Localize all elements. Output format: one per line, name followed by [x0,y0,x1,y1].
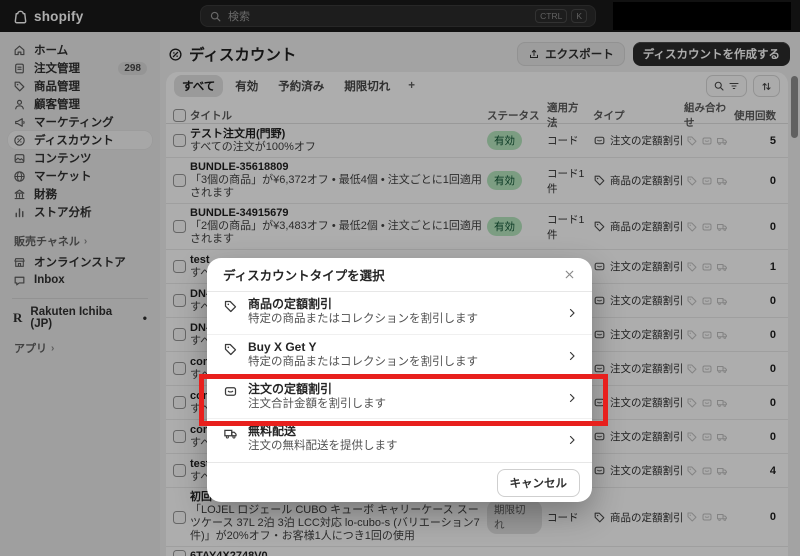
modal-option-title: 商品の定額割引 [248,297,478,312]
chevron-right-icon [566,305,578,319]
cancel-button[interactable]: キャンセル [497,469,581,497]
modal-option-desc: 特定の商品またはコレクションを割引します [248,355,478,370]
highlight-rectangle [199,374,608,426]
modal-option-title: Buy X Get Y [248,340,478,355]
modal-footer: キャンセル [207,462,592,502]
modal-option-text: Buy X Get Y特定の商品またはコレクションを割引します [248,340,478,376]
chevron-right-icon [566,307,578,319]
chevron-right-icon [566,348,578,362]
chevron-right-icon [566,350,578,362]
modal-option-title: 無料配送 [248,424,398,439]
chevron-right-icon [566,432,578,446]
modal-option-text: 無料配送注文の無料配送を提供します [248,424,398,460]
modal-option-desc: 特定の商品またはコレクションを割引します [248,312,478,327]
close-icon[interactable] [563,268,576,281]
chevron-right-icon [566,434,578,446]
tag-icon [223,299,238,314]
modal-title: ディスカウントタイプを選択 [223,265,385,284]
tag-icon [223,342,238,357]
modal-option-desc: 注文の無料配送を提供します [248,439,398,454]
truck-icon [223,426,238,441]
modal-header: ディスカウントタイプを選択 [207,258,592,292]
modal-option-商品の定額割引[interactable]: 商品の定額割引特定の商品またはコレクションを割引します [207,292,592,334]
modal-option-text: 商品の定額割引特定の商品またはコレクションを割引します [248,297,478,334]
modal-option-Buy X Get Y[interactable]: Buy X Get Y特定の商品またはコレクションを割引します [207,334,592,376]
